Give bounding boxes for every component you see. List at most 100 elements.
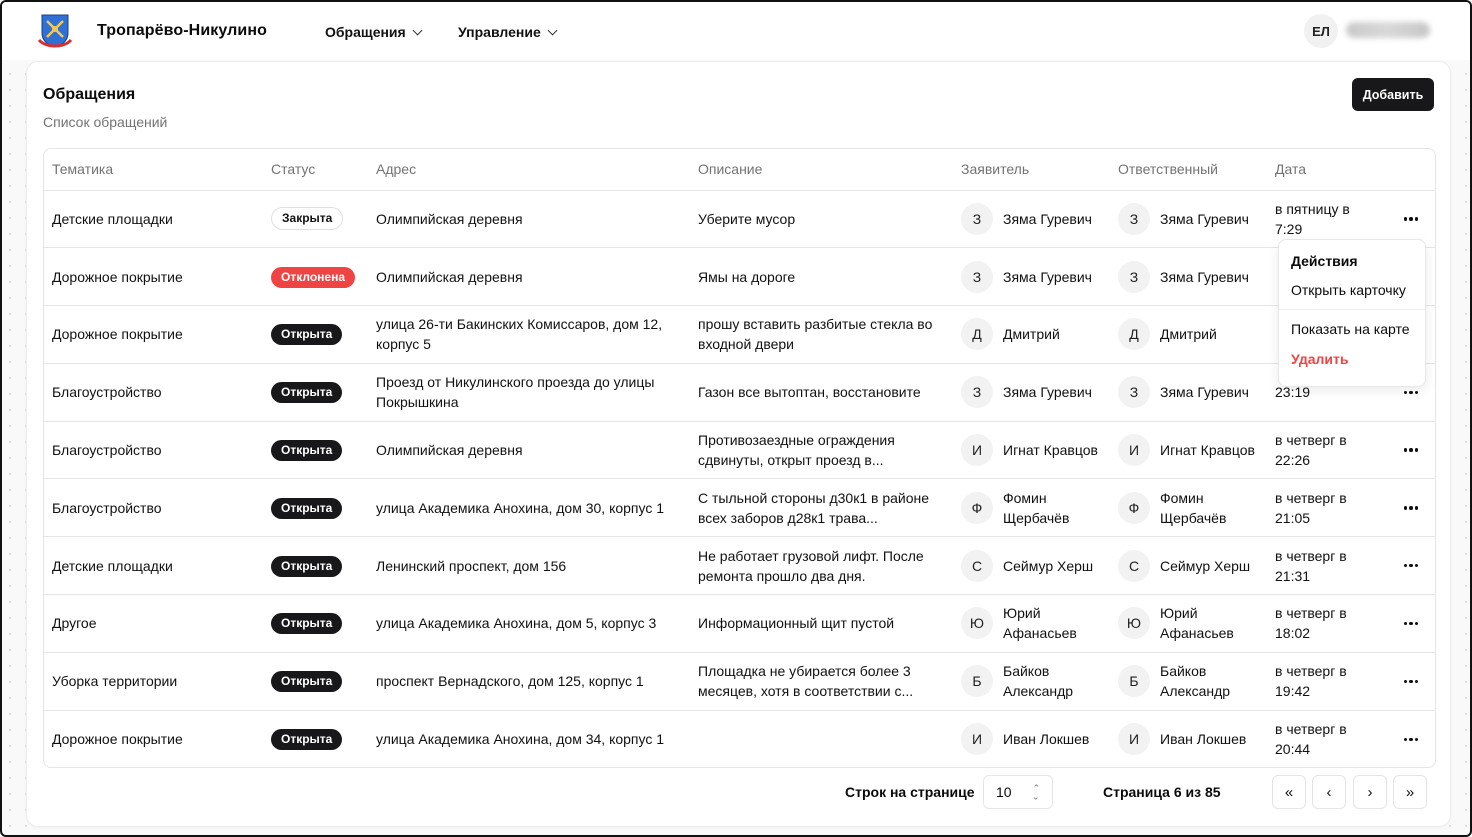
cell-description: С тыльной стороны д30к1 в районе всех за… [690, 478, 953, 538]
cell-description [690, 710, 953, 767]
row-actions-button[interactable] [1397, 609, 1425, 637]
responsible: И Игнат Кравцов [1118, 434, 1259, 467]
avatar: С [1118, 549, 1150, 582]
rows-per-page-select[interactable]: 10 ⌃ ⌃ [983, 775, 1053, 809]
column-header-description[interactable]: Описание [690, 149, 953, 191]
responsible: З Зяма Гуревич [1118, 376, 1259, 409]
responsible-name: Зяма Гуревич [1160, 384, 1249, 401]
cell-status: Отклонена [263, 247, 368, 307]
table-row[interactable]: Дорожное покрытие Открыта улица 26-ти Баки… [44, 305, 1435, 364]
user-name-redacted[interactable] [1346, 22, 1430, 38]
column-header-status[interactable]: Статус [263, 149, 368, 191]
cell-responsible: Ф Фомин Щербачёв [1110, 478, 1267, 538]
avatar: З [1118, 202, 1150, 235]
row-actions-button[interactable] [1397, 494, 1425, 522]
cell-topic: Благоустройство [44, 421, 263, 480]
row-actions-menu: Действия Открыть карточку Показать на ка… [1278, 239, 1426, 387]
row-actions-button[interactable] [1397, 725, 1425, 753]
cell-description: Не работает грузовой лифт. После ремонта… [690, 536, 953, 596]
cell-applicant: Ф Фомин Щербачёв [953, 478, 1110, 538]
cell-address: Олимпийская деревня [368, 421, 690, 480]
last-page-button[interactable]: » [1393, 775, 1427, 809]
cell-status: Открыта [263, 710, 368, 767]
more-horizontal-icon [1403, 390, 1419, 395]
avatar: З [1118, 376, 1150, 409]
add-button[interactable]: Добавить [1352, 78, 1434, 111]
table-row[interactable]: Детские площадки Закрыта Олимпийская дерев… [44, 190, 1435, 249]
page-info: Страница 6 из 85 [1103, 784, 1221, 800]
table-row[interactable]: Благоустройство Открыта улица Академика Ан… [44, 478, 1435, 538]
cell-address: Проезд от Никулинского проезда до улицы … [368, 363, 690, 422]
column-header-address[interactable]: Адрес [368, 149, 690, 191]
applicant-name: Зяма Гуревич [1003, 384, 1092, 401]
menu-separator [1279, 309, 1425, 310]
avatar: Ю [1118, 607, 1150, 640]
column-header-actions [1387, 149, 1435, 191]
nav-appeals[interactable]: Обращения [325, 24, 423, 40]
menu-item-open-card[interactable]: Открыть карточку [1279, 275, 1425, 305]
row-actions-button[interactable] [1397, 436, 1425, 464]
responsible: Д Дмитрий [1118, 318, 1259, 351]
responsible-name: Сеймур Херш [1160, 557, 1251, 574]
cell-topic: Другое [44, 594, 263, 653]
avatar: И [1118, 723, 1150, 756]
chevrons-right-icon: » [1405, 783, 1415, 801]
more-horizontal-icon [1403, 448, 1419, 452]
table-row[interactable]: Другое Открыта улица Академика Анохина, до… [44, 594, 1435, 653]
cell-topic: Благоустройство [44, 363, 263, 422]
cell-description: Газон все вытоптан, восстановите [690, 363, 953, 422]
responsible: Ю Юрий Афанасьев [1118, 603, 1259, 643]
status-badge: Открыта [271, 382, 343, 404]
cell-responsible: Ю Юрий Афанасьев [1110, 594, 1267, 653]
column-header-responsible[interactable]: Ответственный [1110, 149, 1267, 191]
row-actions-button[interactable] [1397, 552, 1425, 580]
more-horizontal-icon [1403, 217, 1419, 221]
more-horizontal-icon [1403, 506, 1419, 510]
prev-page-button[interactable]: ‹ [1312, 775, 1346, 809]
applicant: С Сеймур Херш [961, 549, 1102, 582]
cell-responsible: Д Дмитрий [1110, 305, 1267, 364]
avatar: Б [1118, 665, 1150, 698]
cell-address: улица Академика Анохина, дом 34, корпус … [376, 731, 665, 748]
cell-applicant: С Сеймур Херш [953, 536, 1110, 596]
menu-item-delete[interactable]: Удалить [1279, 344, 1425, 374]
cell-date: в четверг в 21:05 [1267, 478, 1387, 538]
chevron-up-down-icon: ⌃ ⌃ [1032, 783, 1040, 802]
table-row[interactable]: Дорожное покрытие Отклонена Олимпийская де… [44, 247, 1435, 307]
cell-applicant: Ю Юрий Афанасьев [953, 594, 1110, 653]
responsible: Ф Фомин Щербачёв [1118, 488, 1259, 528]
row-actions-button[interactable] [1397, 667, 1425, 695]
responsible-name: Фомин Щербачёв [1160, 489, 1227, 526]
column-header-applicant[interactable]: Заявитель [953, 149, 1110, 191]
cell-responsible: С Сеймур Херш [1110, 536, 1267, 596]
user-avatar[interactable]: ЕЛ [1304, 14, 1338, 48]
cell-date: в четверг в 19:42 [1267, 652, 1387, 711]
rows-per-page-label: Строк на странице [845, 784, 975, 800]
table-row[interactable]: Детские площадки Открыта Ленинский проспек… [44, 536, 1435, 596]
cell-address: Олимпийская деревня [368, 190, 690, 249]
table-row[interactable]: Уборка территории Открыта проспект Вернадс… [44, 652, 1435, 711]
table-row[interactable]: Благоустройство Открыта Проезд от Никулинс… [44, 363, 1435, 422]
brand-title[interactable]: Тропарёво-Никулино [97, 22, 267, 40]
row-actions-button[interactable] [1397, 205, 1425, 233]
column-header-topic[interactable]: Тематика [44, 149, 263, 191]
responsible: И Иван Локшев [1118, 723, 1259, 756]
menu-item-show-on-map[interactable]: Показать на карте [1279, 314, 1425, 344]
responsible: Б Байков Александр [1118, 661, 1259, 701]
cell-status: Открыта [263, 363, 368, 422]
avatar: И [961, 434, 993, 467]
district-emblem-icon[interactable] [38, 13, 72, 49]
column-header-date[interactable]: Дата [1267, 149, 1387, 191]
next-page-button[interactable]: › [1353, 775, 1387, 809]
cell-status: Открыта [263, 594, 368, 653]
table-row[interactable]: Благоустройство Открыта Олимпийская деревн… [44, 421, 1435, 480]
table-row[interactable]: Дорожное покрытие Открыта улица Академика … [44, 710, 1435, 767]
applicant-name: Зяма Гуревич [1003, 268, 1092, 285]
cell-status: Открыта [263, 478, 368, 538]
nav-management[interactable]: Управление [458, 24, 558, 40]
first-page-button[interactable]: « [1272, 775, 1306, 809]
more-horizontal-icon [1403, 679, 1419, 684]
status-badge: Открыта [271, 555, 343, 577]
cell-actions [1387, 652, 1435, 711]
status-badge: Открыта [271, 324, 343, 346]
